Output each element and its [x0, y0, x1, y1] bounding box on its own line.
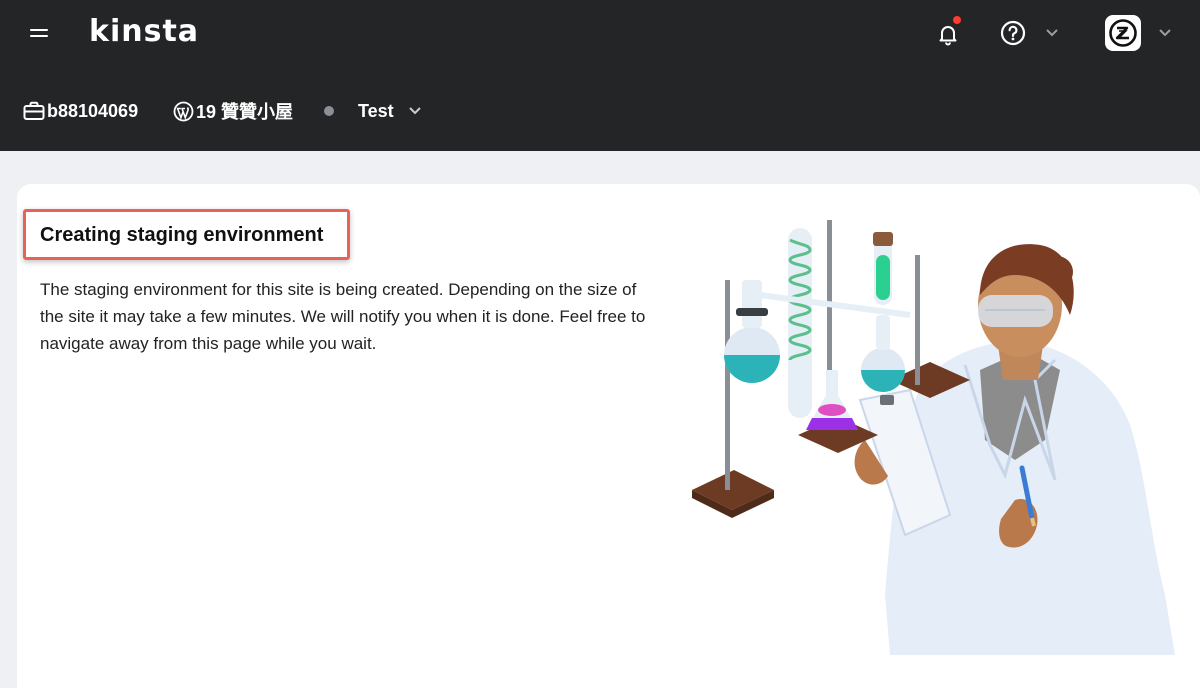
page-title: Creating staging environment — [40, 224, 324, 246]
help-button[interactable] — [1000, 20, 1026, 46]
bell-icon — [939, 26, 957, 46]
top-bar: kinsta b88104069 19 贊贊小屋 Test — [0, 0, 1200, 151]
company-selector[interactable]: b88104069 — [23, 99, 138, 123]
briefcase-icon — [23, 101, 45, 120]
environment-status-dot — [324, 106, 334, 116]
hamburger-icon[interactable] — [30, 24, 50, 40]
chevron-down-icon[interactable] — [1158, 26, 1172, 38]
notification-badge — [953, 16, 961, 24]
app-root: kinsta b88104069 19 贊贊小屋 Test Creating s… — [0, 0, 1200, 688]
scientist-lab-illustration — [692, 220, 1175, 655]
site-selector[interactable]: 19 贊贊小屋 — [173, 99, 293, 123]
environment-name: Test — [358, 100, 394, 121]
environment-selector[interactable]: Test — [324, 99, 422, 123]
description-text: The staging environment for this site is… — [40, 280, 646, 353]
avatar-icon — [1109, 19, 1137, 47]
chevron-down-icon[interactable] — [1045, 26, 1059, 38]
wordpress-icon — [173, 101, 194, 121]
notifications-button[interactable] — [936, 16, 961, 46]
help-icon — [1000, 20, 1026, 46]
site-name: 19 贊贊小屋 — [196, 102, 294, 122]
kinsta-logo[interactable]: kinsta — [89, 14, 199, 49]
user-avatar[interactable] — [1105, 15, 1141, 51]
chevron-down-icon — [408, 107, 421, 115]
company-name: b88104069 — [47, 100, 139, 121]
